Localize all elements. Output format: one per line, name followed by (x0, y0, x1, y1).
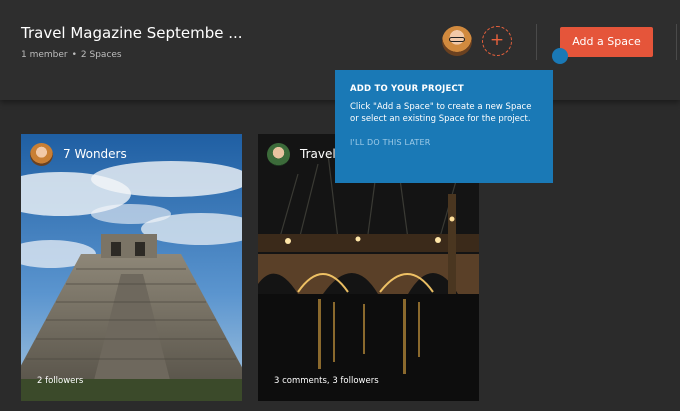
onboarding-tooltip: ADD TO YOUR PROJECT Click "Add a Space" … (335, 70, 553, 183)
card-stats: 3 comments, 3 followers (274, 376, 379, 386)
add-space-button[interactable]: Add a Space (560, 27, 653, 57)
project-meta: 1 member • 2 Spaces (21, 50, 122, 60)
do-later-link[interactable]: I'LL DO THIS LATER (350, 138, 538, 147)
onboarding-beacon[interactable] (552, 48, 568, 64)
meta-separator: • (71, 50, 77, 60)
tooltip-title: ADD TO YOUR PROJECT (350, 84, 464, 94)
project-title[interactable]: Travel Magazine Septembe ... (21, 24, 243, 42)
card-owner-avatar[interactable] (30, 143, 53, 166)
pyramid-photo (21, 134, 242, 401)
card-stats: 2 followers (37, 376, 84, 386)
member-count[interactable]: 1 member (21, 50, 68, 60)
header-divider (536, 24, 537, 60)
card-owner-avatar[interactable] (267, 143, 290, 166)
card-title[interactable]: 7 Wonders (63, 147, 127, 161)
space-card[interactable]: 7 Wonders 2 followers (21, 134, 242, 401)
avatar-glasses (449, 37, 465, 42)
header-divider-right (676, 24, 677, 60)
space-count[interactable]: 2 Spaces (81, 50, 122, 60)
card-title[interactable]: Travel (300, 147, 336, 161)
tooltip-body: Click "Add a Space" to create a new Spac… (350, 102, 532, 124)
add-member-button[interactable]: + (482, 26, 512, 56)
member-avatar[interactable] (442, 26, 472, 56)
